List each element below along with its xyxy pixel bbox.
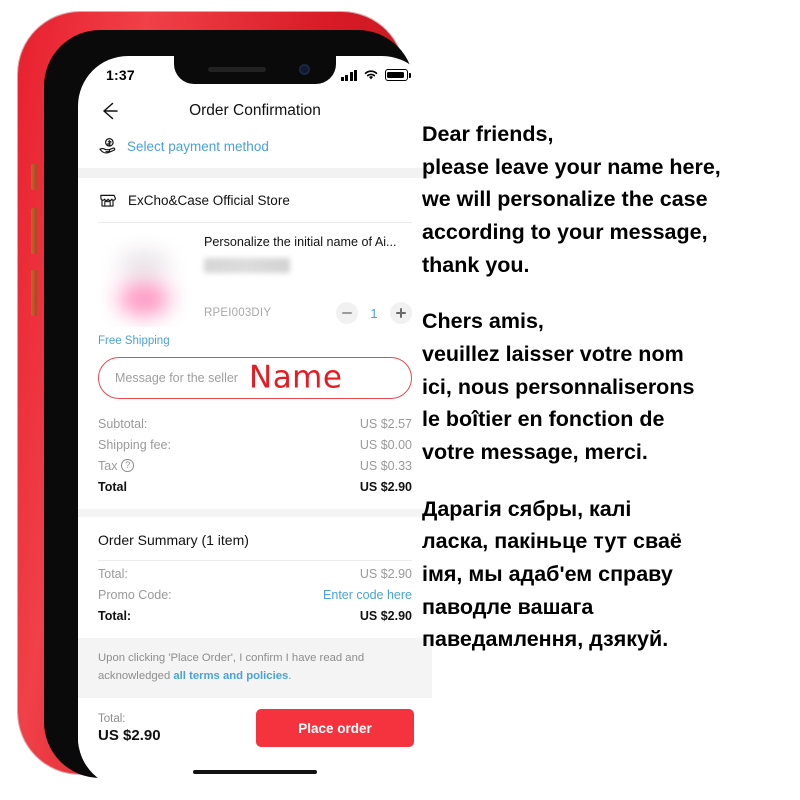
battery-icon <box>385 69 411 81</box>
phone-frame: 1:37 Order Confirmation Select payment m… <box>18 12 432 788</box>
terms-text-after: . <box>288 669 292 682</box>
checkout-total-value: US $2.90 <box>98 726 161 744</box>
screenshot-root: 1:37 Order Confirmation Select payment m… <box>0 0 800 800</box>
storefront-icon <box>100 194 116 207</box>
product-info: Personalize the initial name of Ai... RP… <box>204 235 412 327</box>
quantity-decrease-button[interactable] <box>336 302 358 324</box>
price-breakdown-list: Subtotal: US $2.57 Shipping fee: US $0.0… <box>78 411 432 509</box>
page-title: Order Confirmation <box>189 102 321 119</box>
home-indicator[interactable] <box>193 769 317 774</box>
message-placeholder: Message for the seller <box>115 371 238 385</box>
note-line: votre message, merci. <box>422 440 648 465</box>
quantity-stepper[interactable]: 1 <box>336 302 412 324</box>
signal-bars-icon <box>340 69 357 81</box>
phone-notch <box>174 56 336 84</box>
note-line: ласка, пакіньце тут сваё <box>422 529 682 554</box>
phone-volume-down-button[interactable] <box>31 270 37 316</box>
checkout-bar: Total: US $2.90 Place order <box>78 698 432 747</box>
note-line: паведамлення, дзякуй. <box>422 627 669 652</box>
note-line: Дарагія сябры, калі <box>422 496 632 521</box>
note-line: we will personalize the case <box>422 187 708 212</box>
note-line: thank you. <box>422 252 530 277</box>
price-row-shipping: Shipping fee: US $0.00 <box>98 434 412 455</box>
product-row[interactable]: Personalize the initial name of Ai... RP… <box>78 223 432 331</box>
select-payment-method-label: Select payment method <box>127 138 269 154</box>
section-divider <box>78 168 432 178</box>
note-english: Dear friends, please leave your name her… <box>422 118 794 281</box>
section-divider <box>78 509 432 517</box>
navigation-bar: Order Confirmation <box>78 90 432 132</box>
store-name: ExCho&Case Official Store <box>128 193 290 208</box>
price-label: Shipping fee: <box>98 437 171 452</box>
status-time: 1:37 <box>106 67 135 83</box>
price-value: US $0.33 <box>359 458 412 473</box>
quantity-value: 1 <box>370 305 378 321</box>
place-order-button[interactable]: Place order <box>256 709 414 747</box>
price-value: US $0.00 <box>359 437 412 452</box>
note-french: Chers amis, veuillez laisser votre nom i… <box>422 305 794 468</box>
order-summary-list: Total: US $2.90 Promo Code: Enter code h… <box>78 561 432 638</box>
enter-promo-code-link[interactable]: Enter code here <box>323 588 412 602</box>
phone-mute-button[interactable] <box>31 164 37 190</box>
price-row-total: Total US $2.90 <box>98 476 412 497</box>
name-annotation: Name <box>249 359 343 396</box>
product-title: Personalize the initial name of Ai... <box>204 235 397 249</box>
front-camera-icon <box>299 64 310 75</box>
status-icons <box>340 69 411 81</box>
note-line: according to your message, <box>422 220 708 245</box>
price-value: US $2.57 <box>359 416 412 431</box>
note-line: please leave your name here, <box>422 154 721 179</box>
summary-row-promo[interactable]: Promo Code: Enter code here <box>98 584 412 605</box>
note-line: Chers amis, <box>422 309 544 334</box>
price-label: Total <box>98 479 127 494</box>
summary-label: Total: <box>98 608 132 623</box>
note-line: le boîtier en fonction de <box>422 407 665 432</box>
price-row-tax: Tax ? US $0.33 <box>98 455 412 476</box>
checkout-total: Total: US $2.90 <box>98 713 161 744</box>
phone-volume-up-button[interactable] <box>31 208 37 254</box>
back-arrow-icon[interactable] <box>96 98 122 124</box>
price-row-subtotal: Subtotal: US $2.57 <box>98 413 412 434</box>
wifi-icon <box>364 70 378 80</box>
store-product-card: ExCho&Case Official Store Personalize th… <box>78 178 432 509</box>
order-summary-card: Order Summary (1 item) Total: US $2.90 P… <box>78 517 432 638</box>
summary-row-grand-total: Total: US $2.90 <box>98 605 412 626</box>
hand-coin-icon <box>99 138 116 154</box>
price-label: Subtotal: <box>98 416 148 431</box>
summary-label: Promo Code: <box>98 587 172 602</box>
order-summary-title: Order Summary (1 item) <box>98 532 249 548</box>
note-line: Dear friends, <box>422 122 554 146</box>
product-sku: RPEI003DIY <box>204 307 272 319</box>
store-row[interactable]: ExCho&Case Official Store <box>78 178 432 222</box>
quantity-increase-button[interactable] <box>390 302 412 324</box>
select-payment-method-row[interactable]: Select payment method <box>78 132 432 168</box>
summary-row-total: Total: US $2.90 <box>98 563 412 584</box>
instruction-notes: Dear friends, please leave your name her… <box>422 118 794 680</box>
note-line: ici, nous personnaliserons <box>422 374 695 399</box>
terms-notice: Upon clicking 'Place Order', I confirm I… <box>78 638 432 698</box>
all-terms-and-policies-link[interactable]: all terms and policies <box>173 670 288 682</box>
free-shipping-label: Free Shipping <box>98 335 170 347</box>
note-line: veuillez laisser votre nom <box>422 342 684 367</box>
checkout-total-label: Total: <box>98 712 126 725</box>
product-bottom-row: RPEI003DIY 1 <box>204 302 412 327</box>
note-belarusian: Дарагія сябры, калі ласка, пакіньце тут … <box>422 493 794 656</box>
price-value: US $2.90 <box>359 479 412 494</box>
phone-screen: 1:37 Order Confirmation Select payment m… <box>78 56 432 788</box>
product-variant-redacted <box>204 258 290 273</box>
summary-value: US $2.90 <box>359 608 412 623</box>
earpiece-speaker <box>208 67 266 72</box>
help-question-icon[interactable]: ? <box>121 459 134 472</box>
note-line: паводле вашага <box>422 594 594 619</box>
note-line: імя, мы адаб'ем справу <box>422 562 673 587</box>
summary-label: Total: <box>98 566 128 581</box>
product-thumbnail[interactable] <box>98 235 190 327</box>
summary-value: US $2.90 <box>359 566 412 581</box>
message-for-seller-input[interactable]: Message for the seller Name <box>98 357 412 399</box>
blurred-product-image <box>98 235 190 327</box>
phone-bezel: 1:37 Order Confirmation Select payment m… <box>44 30 432 788</box>
price-label: Tax <box>98 458 118 473</box>
